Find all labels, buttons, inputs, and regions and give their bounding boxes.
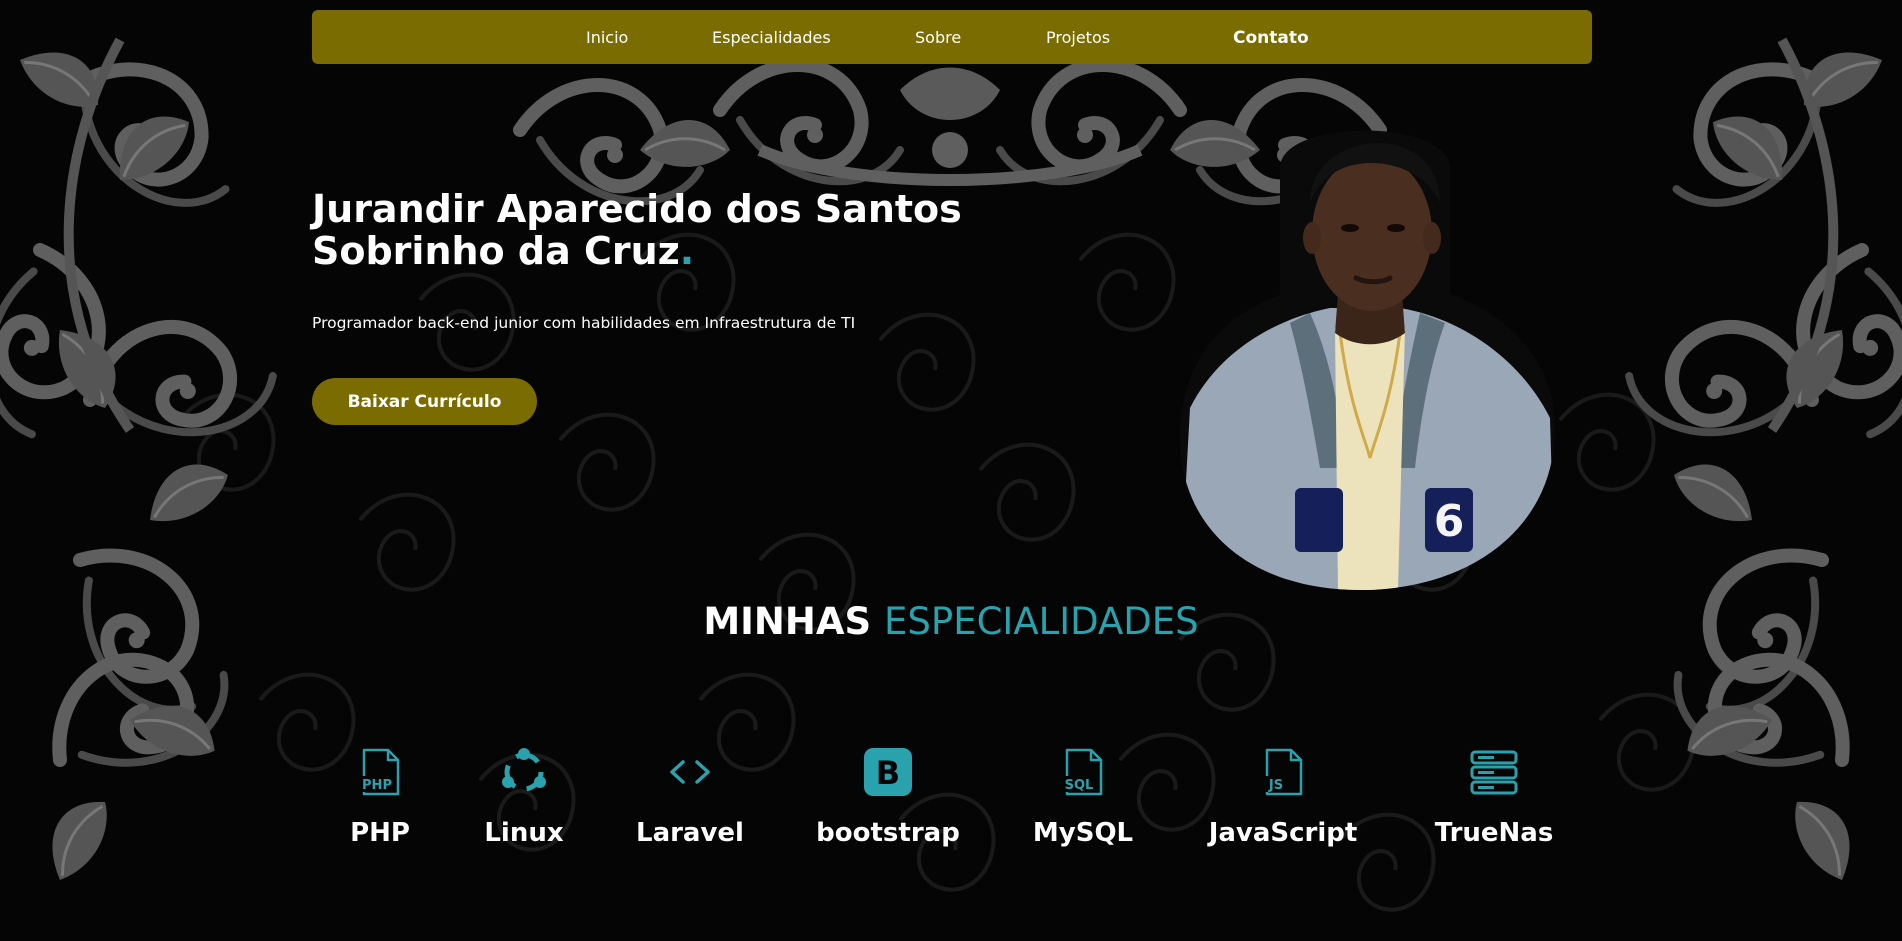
- js-file-icon: JS: [1263, 748, 1303, 796]
- skill-label-bootstrap: bootstrap: [816, 818, 960, 848]
- profile-photo: 6: [1180, 130, 1555, 590]
- skill-item-mysql: SQL MySQL: [993, 746, 1173, 848]
- skill-item-javascript: JS JavaScript: [1193, 746, 1373, 848]
- sql-file-icon: SQL: [1061, 748, 1103, 796]
- navbar: Inicio Especialidades Sobre Projetos Con…: [312, 10, 1592, 64]
- hero-title-dot: .: [679, 229, 695, 273]
- skills-title-accent: ESPECIALIDADES: [884, 600, 1199, 643]
- download-cv-button[interactable]: Baixar Currículo: [312, 378, 537, 425]
- skills-section-title: MINHAS ESPECIALIDADES: [0, 598, 1902, 646]
- nav-link-projetos[interactable]: Projetos: [1046, 10, 1110, 64]
- skill-item-laravel: Laravel: [600, 746, 780, 848]
- skill-item-truenas: TrueNas: [1404, 746, 1584, 848]
- svg-text:6: 6: [1434, 496, 1465, 547]
- nav-link-contato[interactable]: Contato: [1233, 10, 1309, 64]
- nav-link-inicio[interactable]: Inicio: [586, 10, 628, 64]
- skill-item-linux: Linux: [434, 746, 614, 848]
- ubuntu-icon: [502, 748, 546, 792]
- hero-title: Jurandir Aparecido dos Santos Sobrinho d…: [312, 188, 1012, 272]
- php-file-icon: PHP: [358, 748, 400, 796]
- nav-link-especialidades[interactable]: Especialidades: [712, 10, 831, 64]
- skill-item-bootstrap: B bootstrap: [798, 746, 978, 848]
- skill-label-linux: Linux: [484, 818, 564, 848]
- hero-subtitle: Programador back-end junior com habilida…: [312, 314, 856, 332]
- skill-label-javascript: JavaScript: [1208, 818, 1358, 848]
- svg-text:SQL: SQL: [1065, 778, 1094, 793]
- skill-label-truenas: TrueNas: [1434, 818, 1554, 848]
- bootstrap-icon: B: [864, 748, 912, 796]
- svg-text:B: B: [876, 754, 900, 792]
- hero-title-line2: Sobrinho da Cruz: [312, 229, 680, 273]
- skill-label-laravel: Laravel: [636, 818, 744, 848]
- skills-title-main: MINHAS: [703, 600, 872, 643]
- code-brackets-icon: [670, 760, 710, 784]
- nav-link-sobre[interactable]: Sobre: [915, 10, 961, 64]
- svg-text:PHP: PHP: [362, 778, 392, 793]
- svg-text:JS: JS: [1268, 778, 1283, 793]
- hero-title-line1: Jurandir Aparecido dos Santos: [312, 187, 962, 231]
- skill-label-mysql: MySQL: [1032, 818, 1134, 848]
- server-stack-icon: [1470, 750, 1518, 795]
